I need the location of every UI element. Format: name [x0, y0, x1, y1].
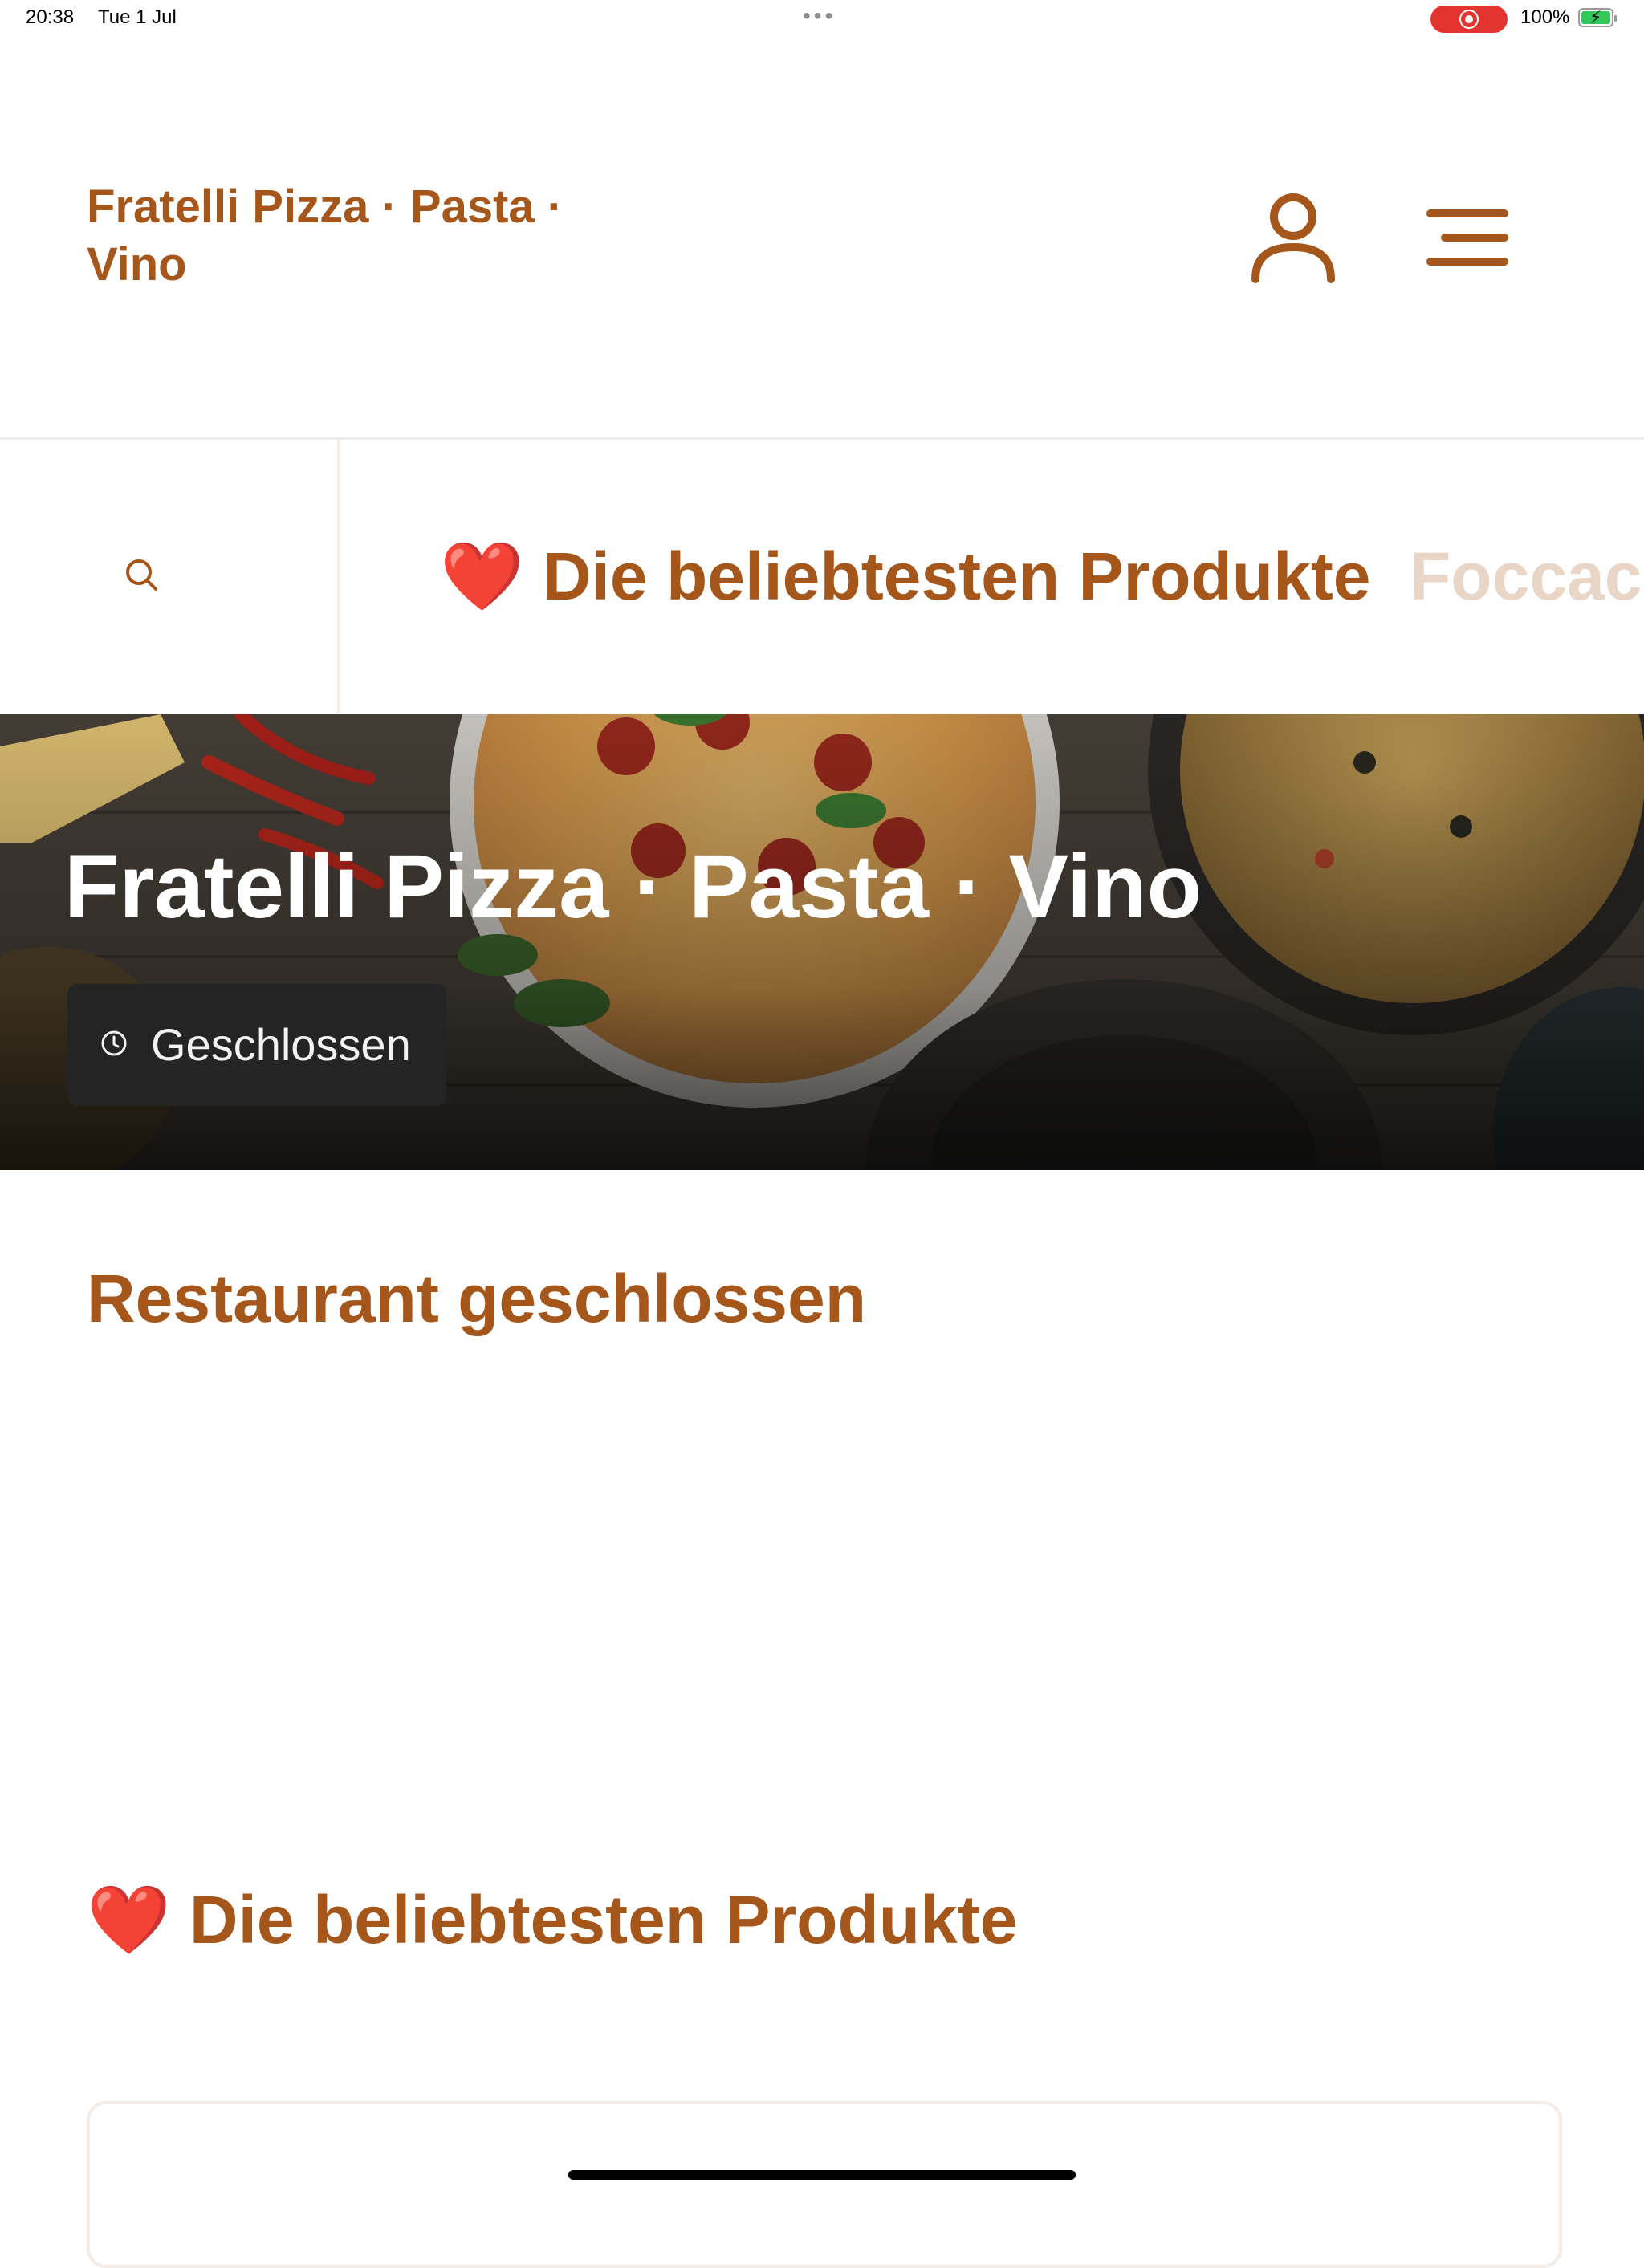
product-card[interactable]	[87, 2101, 1562, 2268]
opening-status-badge[interactable]: Geschlossen	[67, 984, 446, 1106]
status-date: Tue 1 Jul	[98, 6, 177, 28]
opening-status-label: Geschlossen	[151, 1019, 411, 1070]
category-tab-foccacia[interactable]: Foccac	[1410, 536, 1642, 616]
hero-banner: Fratelli Pizza · Pasta · Vino Geschlosse…	[0, 714, 1644, 1170]
brand-name[interactable]: Fratelli Pizza · Pasta · Vino	[87, 178, 600, 294]
battery-percentage: 100%	[1520, 6, 1570, 28]
search-button[interactable]	[0, 440, 337, 713]
user-icon[interactable]	[1249, 189, 1337, 286]
popular-products-heading: ❤️ Die beliebtesten Produkte	[87, 1882, 1018, 1957]
screen-recording-icon[interactable]	[1430, 6, 1508, 33]
hero-title: Fratelli Pizza · Pasta · Vino	[64, 836, 1202, 937]
multitasking-dots-icon[interactable]: •••	[803, 5, 836, 27]
nav-divider	[337, 440, 340, 713]
restaurant-closed-heading: Restaurant geschlossen	[87, 1261, 867, 1336]
search-icon	[126, 559, 157, 591]
battery-icon: ⚡	[1578, 7, 1617, 27]
category-tab-popular[interactable]: ❤️ Die beliebtesten Produkte	[440, 536, 1371, 616]
clock-icon	[101, 1030, 127, 1056]
status-bar: 20:38 Tue 1 Jul ••• 100% ⚡	[0, 0, 1644, 39]
home-indicator[interactable]	[568, 2170, 1076, 2180]
menu-icon[interactable]	[1426, 207, 1509, 268]
status-time: 20:38	[26, 6, 75, 28]
